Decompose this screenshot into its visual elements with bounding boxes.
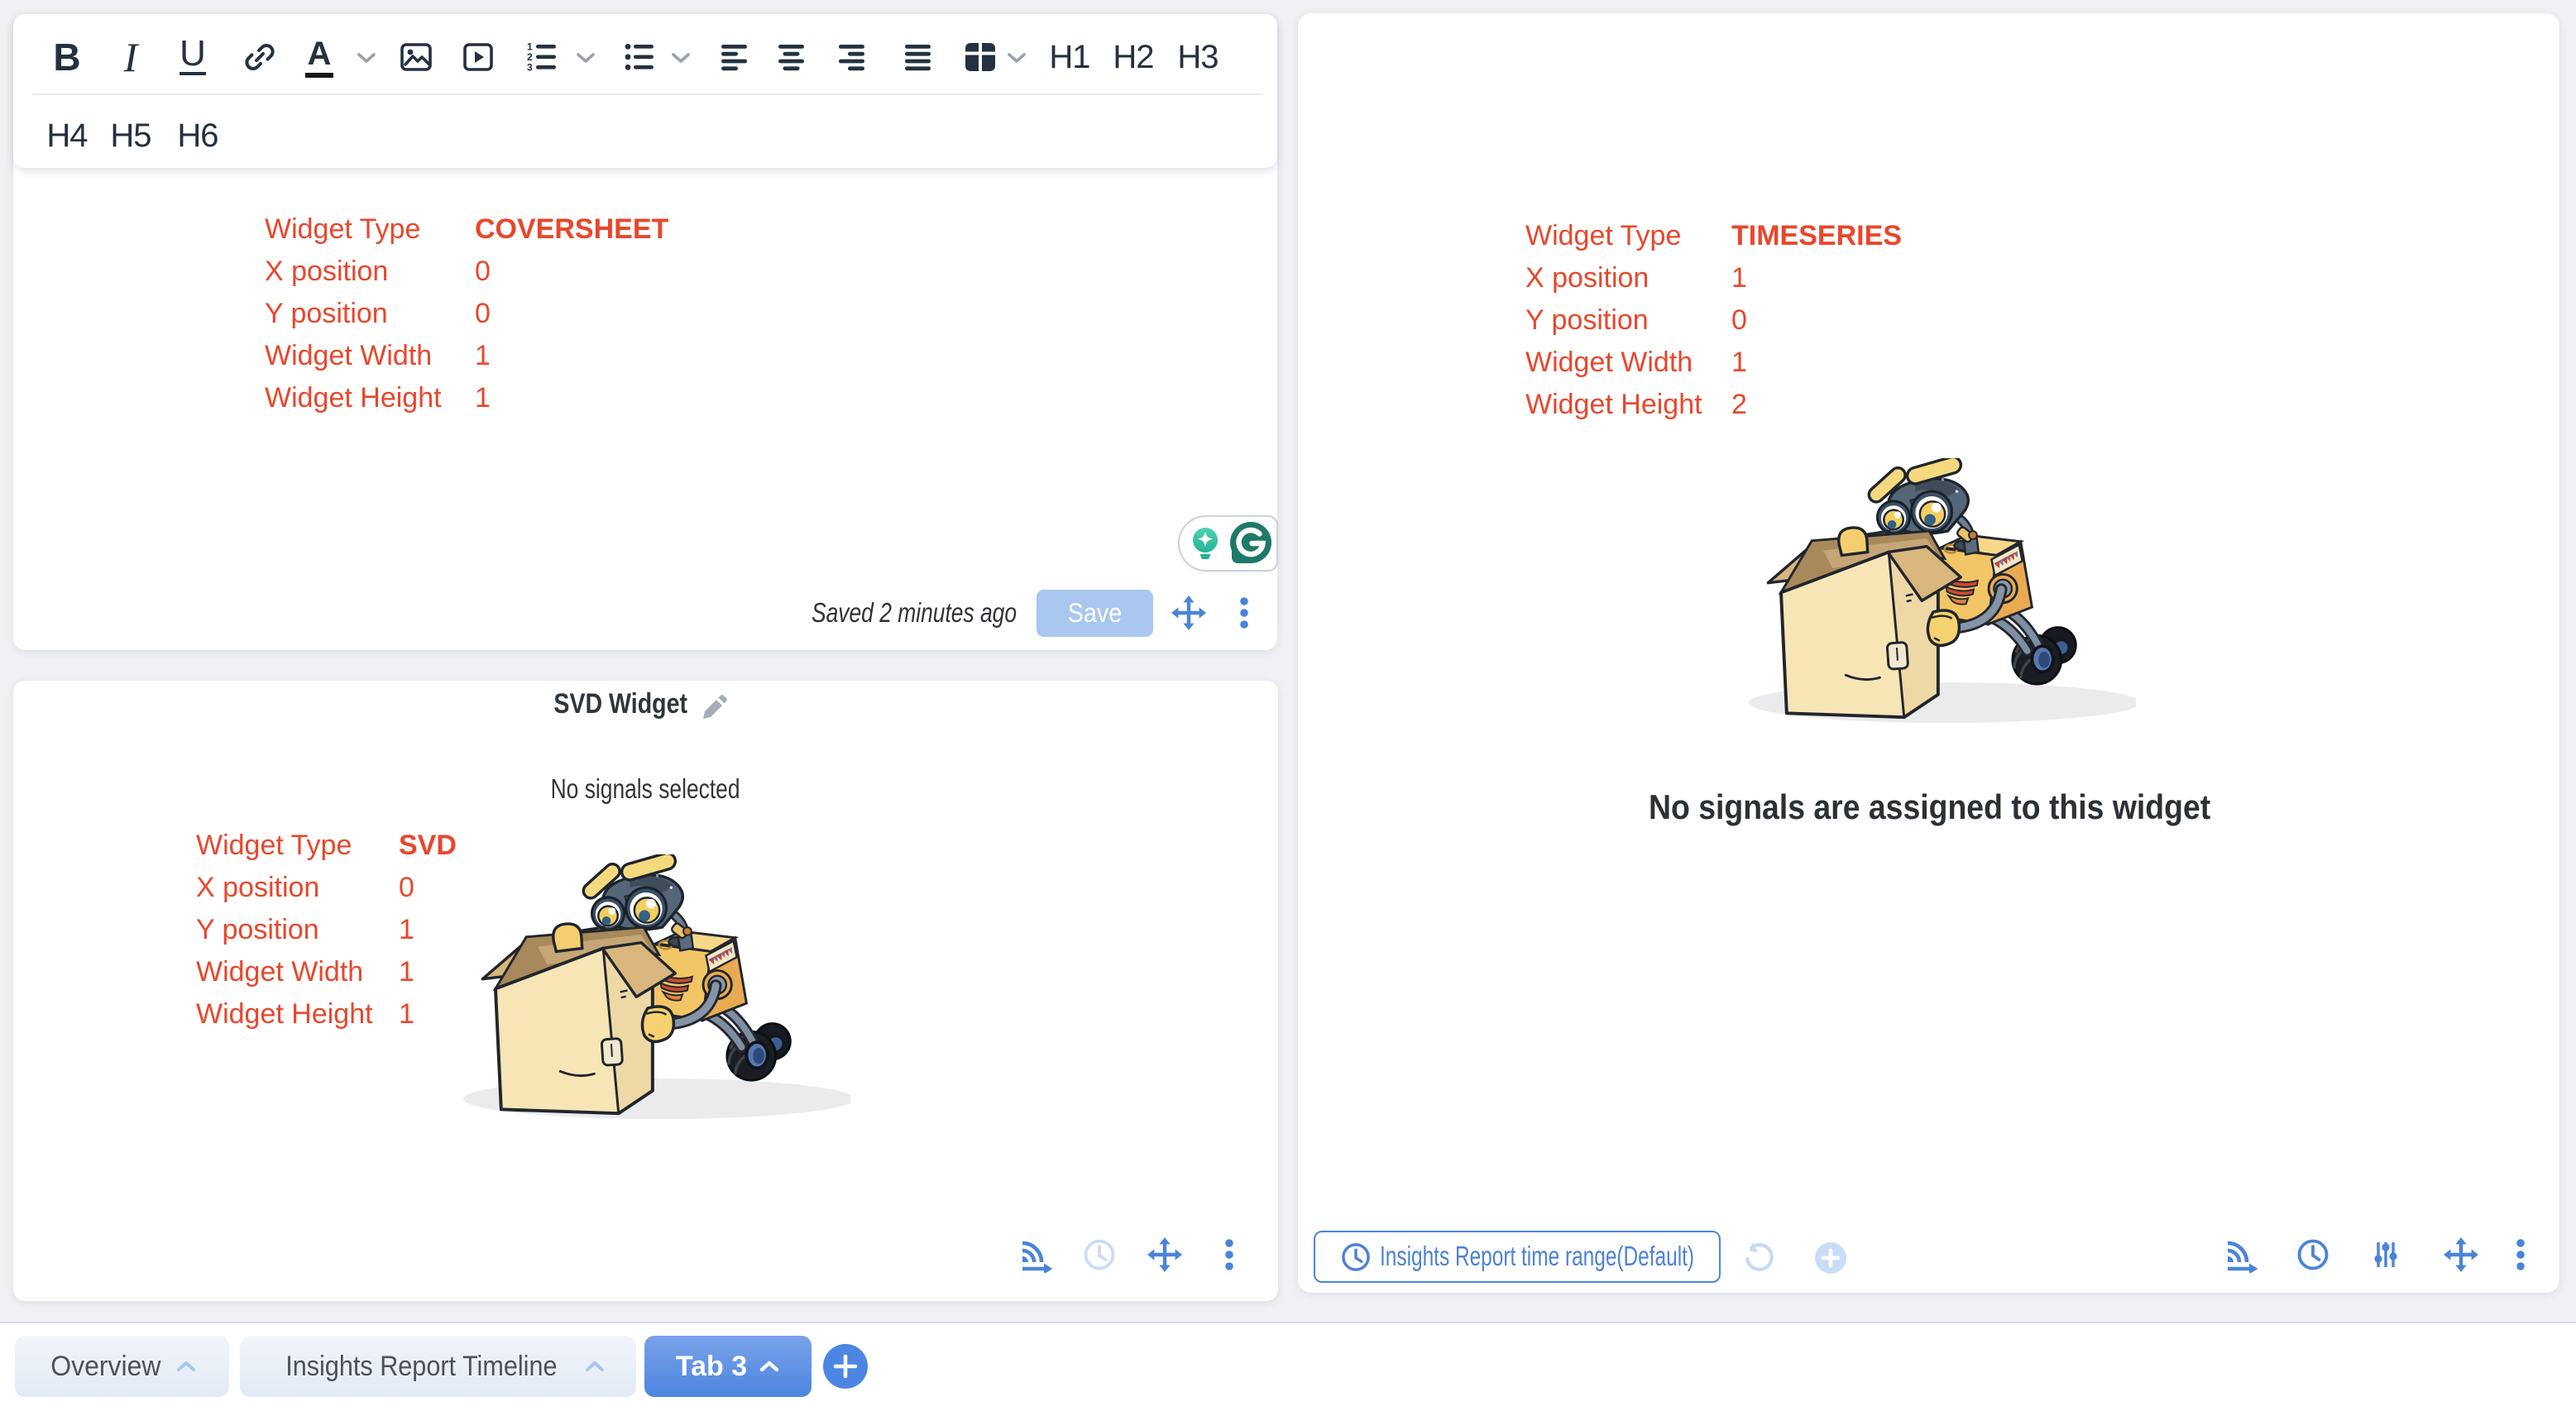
- svg-text:3: 3: [527, 62, 533, 74]
